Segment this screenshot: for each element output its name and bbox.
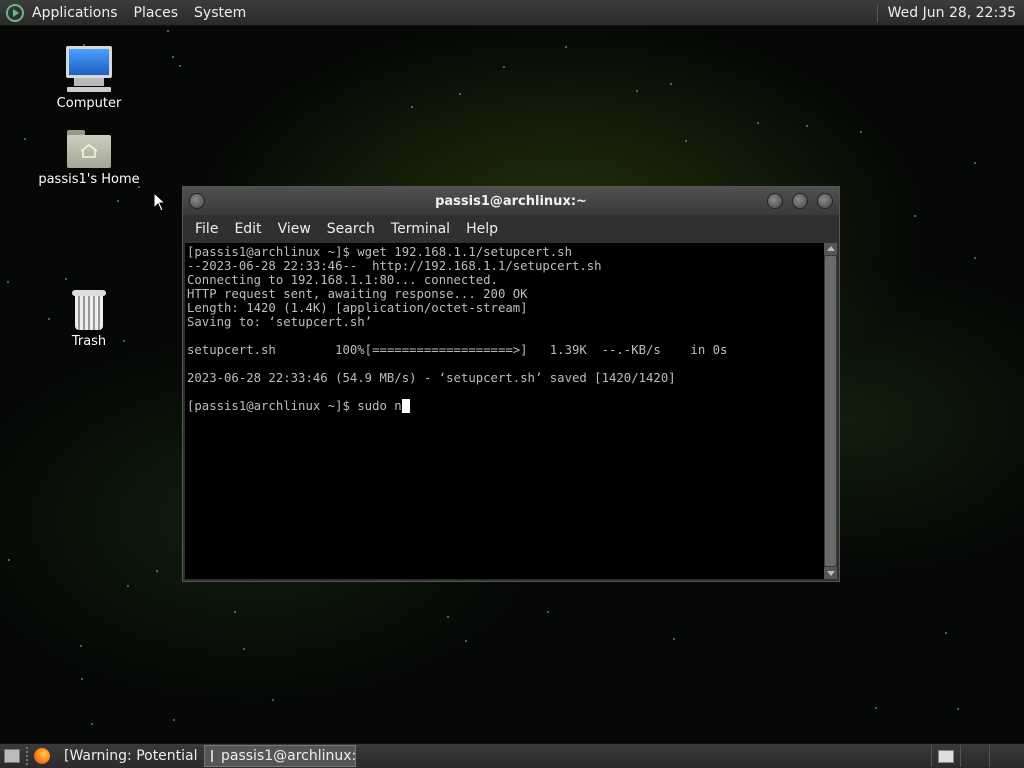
terminal-line: [passis1@archlinux ~]$ wget 192.168.1.1/… (187, 245, 572, 259)
menu-edit[interactable]: Edit (226, 221, 269, 237)
menu-view[interactable]: View (270, 221, 319, 237)
text-cursor (401, 399, 410, 413)
star (81, 678, 83, 680)
star (447, 616, 449, 618)
applications-menu[interactable]: Applications (24, 5, 126, 21)
arrow-up-icon (826, 246, 835, 251)
terminal-line: --2023-06-28 22:33:46-- http://192.168.1… (187, 259, 602, 273)
workspace-switcher (931, 745, 1018, 767)
star (945, 632, 947, 634)
star (8, 559, 10, 561)
star (80, 645, 82, 647)
terminal-icon (211, 750, 213, 762)
star (673, 638, 675, 640)
desktop-icon-trash[interactable]: Trash (34, 290, 144, 349)
star (24, 138, 26, 140)
star (65, 278, 67, 280)
terminal-scrollbar[interactable] (824, 243, 837, 579)
star (91, 723, 93, 725)
desktop-icon-computer[interactable]: Computer (34, 46, 144, 111)
star (757, 122, 759, 124)
star (685, 140, 687, 142)
star (503, 66, 505, 68)
taskbar-item-label: [Warning: Potential S... (64, 748, 198, 764)
star (272, 699, 274, 701)
star (636, 90, 638, 92)
terminal-prompt-line: [passis1@archlinux ~]$ sudo n (187, 399, 402, 413)
scroll-down-button[interactable] (824, 567, 837, 579)
terminal-window[interactable]: passis1@archlinux:~ File Edit View Searc… (182, 186, 840, 582)
terminal-output-area[interactable]: [passis1@archlinux ~]$ wget 192.168.1.1/… (185, 243, 837, 579)
star (7, 281, 9, 283)
star (465, 640, 467, 642)
star (117, 200, 119, 202)
star (243, 648, 245, 650)
scroll-up-button[interactable] (824, 243, 837, 255)
star (156, 570, 158, 572)
star (670, 83, 672, 85)
star (957, 708, 959, 710)
minimize-button[interactable] (767, 193, 783, 209)
taskbar-item-terminal[interactable]: passis1@archlinux:~ (204, 745, 356, 767)
scrollbar-thumb[interactable] (825, 256, 836, 566)
star (173, 719, 175, 721)
mouse-pointer-icon (153, 192, 167, 212)
star (172, 56, 174, 58)
window-title: passis1@archlinux:~ (435, 193, 587, 209)
system-menu[interactable]: System (186, 5, 254, 21)
bottom-panel: [Warning: Potential S... passis1@archlin… (0, 743, 1024, 768)
star (974, 257, 976, 259)
terminal-line: Connecting to 192.168.1.1:80... connecte… (187, 273, 498, 287)
menu-help[interactable]: Help (458, 221, 506, 237)
window-titlebar[interactable]: passis1@archlinux:~ (183, 187, 839, 215)
star (974, 162, 976, 164)
arrow-down-icon (826, 571, 835, 576)
star (860, 131, 862, 133)
workspace-3[interactable] (989, 745, 1018, 767)
terminal-menubar: File Edit View Search Terminal Help (183, 215, 839, 243)
trash-icon (72, 290, 106, 330)
home-folder-icon (67, 130, 111, 168)
star (806, 125, 808, 127)
menu-file[interactable]: File (187, 221, 226, 237)
star (127, 585, 129, 587)
show-desktop-icon[interactable] (4, 749, 20, 763)
menu-search[interactable]: Search (319, 221, 383, 237)
computer-icon (66, 46, 112, 92)
firefox-icon[interactable] (34, 748, 50, 764)
desktop-icon-home[interactable]: passis1's Home (34, 130, 144, 187)
places-menu[interactable]: Places (126, 5, 187, 21)
star (459, 93, 461, 95)
terminal-line: 2023-06-28 22:33:46 (54.9 MB/s) - ‘setup… (187, 371, 676, 385)
workspace-2[interactable] (960, 745, 989, 767)
star (234, 611, 236, 613)
taskbar-item-firefox[interactable]: [Warning: Potential S... (58, 745, 198, 767)
terminal-text[interactable]: [passis1@archlinux ~]$ wget 192.168.1.1/… (187, 245, 821, 579)
panel-handle (26, 747, 28, 765)
clock[interactable]: Wed Jun 28, 22:35 (878, 5, 1024, 21)
distro-logo-icon[interactable] (6, 3, 24, 22)
terminal-line: Length: 1420 (1.4K) [application/octet-s… (187, 301, 528, 315)
star (875, 707, 877, 709)
star (167, 30, 169, 32)
terminal-line: HTTP request sent, awaiting response... … (187, 287, 528, 301)
workspace-1[interactable] (931, 745, 960, 767)
star (547, 611, 549, 613)
terminal-line: setupcert.sh 100%[===================>] … (187, 343, 728, 357)
desktop-icon-label: Trash (71, 334, 107, 349)
menu-terminal[interactable]: Terminal (383, 221, 458, 237)
top-panel: Applications Places System Wed Jun 28, 2… (0, 0, 1024, 26)
desktop-icon-label: Computer (56, 96, 122, 111)
terminal-line: Saving to: ‘setupcert.sh’ (187, 315, 373, 329)
maximize-button[interactable] (792, 193, 808, 209)
star (914, 215, 916, 217)
star (565, 46, 567, 48)
desktop-icon-label: passis1's Home (38, 172, 140, 187)
star (179, 65, 181, 67)
taskbar-item-label: passis1@archlinux:~ (221, 748, 356, 764)
close-button[interactable] (817, 193, 833, 209)
star (411, 106, 413, 108)
